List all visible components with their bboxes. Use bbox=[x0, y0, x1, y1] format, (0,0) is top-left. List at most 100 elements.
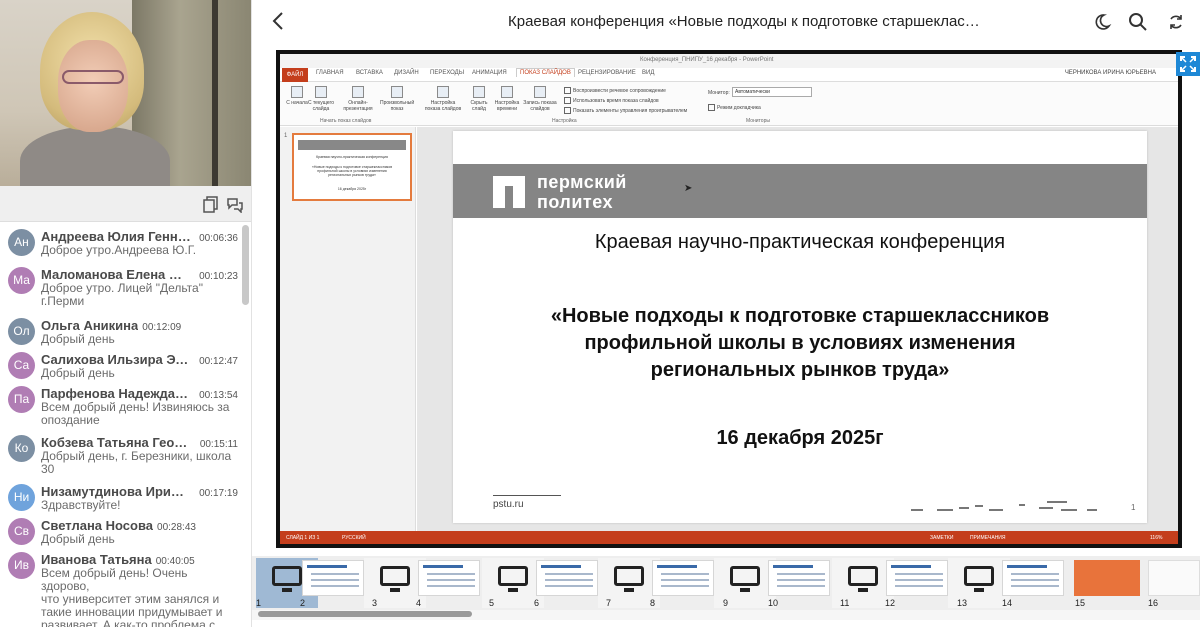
message-author: Парфенова Надежда Н… bbox=[41, 386, 191, 401]
avatar: Ко bbox=[8, 435, 35, 462]
timings-checkbox[interactable]: Использовать время показа слайдов bbox=[564, 97, 659, 104]
filmstrip-item[interactable] bbox=[652, 560, 714, 596]
custom-show-button[interactable]: Произвольный показ bbox=[380, 86, 414, 112]
chat-message: Ан Андреева Юлия Геннад… 00:06:36 Доброе … bbox=[0, 223, 240, 261]
logo-line: политех bbox=[537, 192, 614, 212]
fullscreen-button[interactable] bbox=[1176, 52, 1200, 76]
filmstrip-item[interactable] bbox=[1002, 560, 1064, 596]
expand-icon bbox=[1180, 56, 1196, 72]
powerpoint-window: Конференция_ПНИПУ_16 декабря - PowerPoin… bbox=[280, 54, 1178, 544]
status-slide: СЛАЙД 1 ИЗ 1 bbox=[286, 535, 320, 541]
message-time: 00:12:09 bbox=[142, 322, 182, 333]
tab-file[interactable]: ФАЙЛ bbox=[282, 68, 308, 82]
filmstrip-number: 5 bbox=[489, 598, 495, 608]
filmstrip-number: 6 bbox=[534, 598, 540, 608]
tab-home[interactable]: ГЛАВНАЯ bbox=[316, 70, 344, 76]
hide-slide-button[interactable]: Скрыть слайд bbox=[464, 86, 494, 112]
slide-thumbnail[interactable]: Краевая научно-практическая конференция … bbox=[292, 133, 412, 201]
record-slideshow-button[interactable]: Запись показа слайдов bbox=[522, 86, 558, 112]
tab-review[interactable]: РЕЦЕНЗИРОВАНИЕ bbox=[578, 70, 636, 76]
message-text: Всем добрый день! Извиняюсь за опоздание bbox=[41, 400, 230, 427]
comments-button[interactable]: ПРИМЕЧАНИЯ bbox=[970, 535, 1006, 541]
monitor-select[interactable]: Автоматически bbox=[732, 87, 812, 97]
hide-slide-icon bbox=[473, 86, 485, 98]
zoom-level[interactable]: 116% bbox=[1150, 535, 1162, 541]
from-current-button[interactable]: С текущего слайда bbox=[306, 86, 336, 112]
speaker-face bbox=[58, 40, 128, 132]
filmstrip-item[interactable] bbox=[1074, 560, 1140, 596]
chat-bubbles-icon[interactable] bbox=[226, 195, 244, 213]
tab-transitions[interactable]: ПЕРЕХОДЫ bbox=[430, 70, 464, 76]
screen-share[interactable]: Конференция_ПНИПУ_16 декабря - PowerPoin… bbox=[276, 50, 1182, 548]
message-author: Кобзева Татьяна Георг… bbox=[41, 435, 191, 450]
tab-slideshow[interactable]: ПОКАЗ СЛАЙДОВ bbox=[516, 68, 575, 77]
chat-toolbar bbox=[0, 186, 251, 222]
refresh-icon[interactable] bbox=[1166, 12, 1186, 32]
ribbon: С начала С текущего слайда Онлайн-презен… bbox=[280, 82, 1178, 126]
filmstrip-item[interactable] bbox=[1148, 560, 1200, 596]
logo-text: пермский политех bbox=[537, 172, 627, 212]
filmstrip-number: 11 bbox=[840, 598, 850, 608]
setup-slideshow-button[interactable]: Настройка показа слайдов bbox=[424, 86, 462, 112]
chat-messages[interactable]: Ан Андреева Юлия Геннад… 00:06:36 Доброе … bbox=[0, 223, 240, 627]
footer-rule bbox=[493, 495, 561, 496]
message-time: 00:17:19 bbox=[199, 488, 238, 499]
chat-message: Ни Низамутдинова Ирина … 00:17:19 Здравст… bbox=[0, 478, 240, 512]
tab-insert[interactable]: ВСТАВКА bbox=[356, 70, 383, 76]
filmstrip-item[interactable] bbox=[418, 560, 480, 596]
chat-message: Ив Иванова Татьяна 00:40:05 Всем добрый д… bbox=[0, 546, 240, 627]
filmstrip-item[interactable] bbox=[302, 560, 364, 596]
back-chevron-icon[interactable] bbox=[272, 11, 284, 37]
conference-title: Краевая научно-практическая конференция bbox=[594, 231, 1006, 253]
chat-scrollbar[interactable] bbox=[242, 225, 249, 305]
media-controls-checkbox[interactable]: Показать элементы управления проигрывате… bbox=[564, 107, 687, 114]
tab-animation[interactable]: АНИМАЦИЯ bbox=[472, 70, 507, 76]
search-icon[interactable] bbox=[1128, 12, 1148, 32]
monitor-icon bbox=[614, 566, 644, 586]
left-panel: Ан Андреева Юлия Геннад… 00:06:36 Доброе … bbox=[0, 0, 252, 627]
thumb-line: «Новые подходы к подготовке старшеклассн… bbox=[311, 165, 393, 177]
filmstrip-scrollbar[interactable] bbox=[258, 611, 472, 617]
message-author: Андреева Юлия Геннад… bbox=[41, 229, 191, 244]
chat-message: Са Салихова Ильзира Эль… 00:12:47 Добрый … bbox=[0, 346, 240, 380]
online-presentation-button[interactable]: Онлайн-презентация bbox=[340, 86, 376, 112]
speaker-video[interactable] bbox=[0, 0, 251, 186]
conference-app: Ан Андреева Юлия Геннад… 00:06:36 Доброе … bbox=[0, 0, 1200, 627]
slide-canvas[interactable]: пермский политех ➤ Краевая научно-практи… bbox=[453, 131, 1147, 523]
notes-button[interactable]: ЗАМЕТКИ bbox=[930, 535, 953, 541]
narration-checkbox[interactable]: Воспроизвести речевое сопровождение bbox=[564, 87, 666, 94]
top-bar: Краевая конференция «Новые подходы к под… bbox=[252, 0, 1200, 44]
copy-icon[interactable] bbox=[202, 195, 220, 213]
avatar: Ма bbox=[8, 267, 35, 294]
message-time: 00:28:43 bbox=[157, 522, 196, 533]
avatar: Ив bbox=[8, 552, 35, 579]
rehearse-timings-button[interactable]: Настройка времени bbox=[492, 86, 522, 112]
message-text: Добрый день bbox=[41, 332, 115, 346]
message-text: Добрый день bbox=[41, 366, 115, 380]
avatar: Са bbox=[8, 352, 35, 379]
custom-show-icon bbox=[391, 86, 403, 98]
thumb-line: Краевая научно-практическая конференция bbox=[316, 155, 388, 159]
moon-icon[interactable] bbox=[1092, 12, 1112, 32]
message-author: Ольга Аникина bbox=[41, 318, 139, 333]
speaker-glasses bbox=[62, 70, 124, 84]
monitor-icon bbox=[964, 566, 994, 586]
presenter-view-checkbox[interactable]: Режим докладчика bbox=[708, 104, 761, 111]
tab-view[interactable]: ВИД bbox=[642, 70, 654, 76]
filmstrip-item[interactable] bbox=[768, 560, 830, 596]
tab-design[interactable]: ДИЗАЙН bbox=[394, 70, 419, 76]
message-time: 00:10:23 bbox=[199, 271, 238, 282]
status-language: РУССКИЙ bbox=[342, 535, 366, 541]
message-author: Иванова Татьяна bbox=[41, 552, 152, 567]
monitor-icon bbox=[730, 566, 760, 586]
slide-number: 1 bbox=[1131, 503, 1136, 512]
timer-icon bbox=[501, 86, 513, 98]
filmstrip-item[interactable] bbox=[886, 560, 948, 596]
filmstrip-number: 2 bbox=[300, 598, 306, 608]
avatar: Св bbox=[8, 518, 35, 545]
filmstrip-number: 1 bbox=[256, 598, 262, 608]
group-label: Настройка bbox=[552, 118, 577, 124]
monitor-icon bbox=[272, 566, 302, 586]
filmstrip-item[interactable] bbox=[536, 560, 598, 596]
page-title: Краевая конференция «Новые подходы к под… bbox=[508, 13, 980, 30]
